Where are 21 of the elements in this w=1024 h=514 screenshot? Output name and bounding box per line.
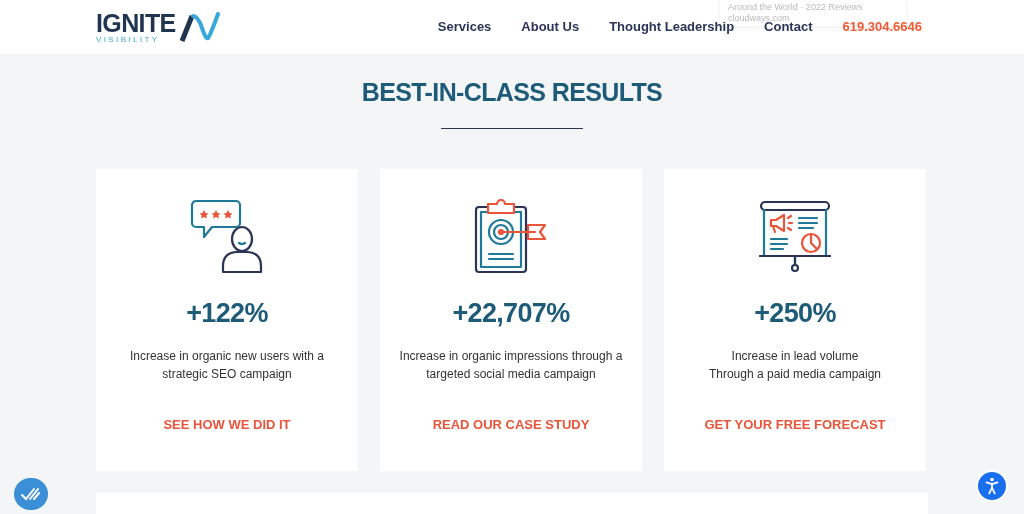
accessibility-button[interactable] <box>976 470 1008 502</box>
popup-source: cloudways.com <box>728 12 790 23</box>
reviewer-icon <box>190 198 264 275</box>
cta-link[interactable]: READ OUR CASE STUDY <box>432 415 590 435</box>
cta-link[interactable]: GET YOUR FREE FORECAST <box>704 415 886 435</box>
stat-description: Through a paid media campaign <box>707 366 883 384</box>
stat-description: Increase in organic new users with a strategic SEO campaign <box>128 348 326 384</box>
logo[interactable]: IGNITE VISIBILITY <box>96 10 222 44</box>
stat-description: Increase in organic impressions through a targeted social media campaign <box>398 348 624 384</box>
cta-link[interactable]: SEE HOW WE DID IT <box>163 415 291 435</box>
presentation-board-icon <box>759 198 831 275</box>
stat-description: Increase in lead volume <box>730 348 860 366</box>
stat-value: +250% <box>754 296 836 330</box>
nav-link[interactable]: Services <box>437 17 492 37</box>
section-title: BEST-IN-CLASS RESULTS <box>360 77 664 108</box>
nav-link[interactable]: About Us <box>521 17 580 37</box>
check-badge-button[interactable] <box>14 478 48 510</box>
popup-title: Around the World · 2022 Reviews <box>728 1 864 13</box>
stat-value: +22,707% <box>452 296 570 330</box>
stat-value: +122% <box>186 296 268 330</box>
check-icon <box>21 487 41 501</box>
